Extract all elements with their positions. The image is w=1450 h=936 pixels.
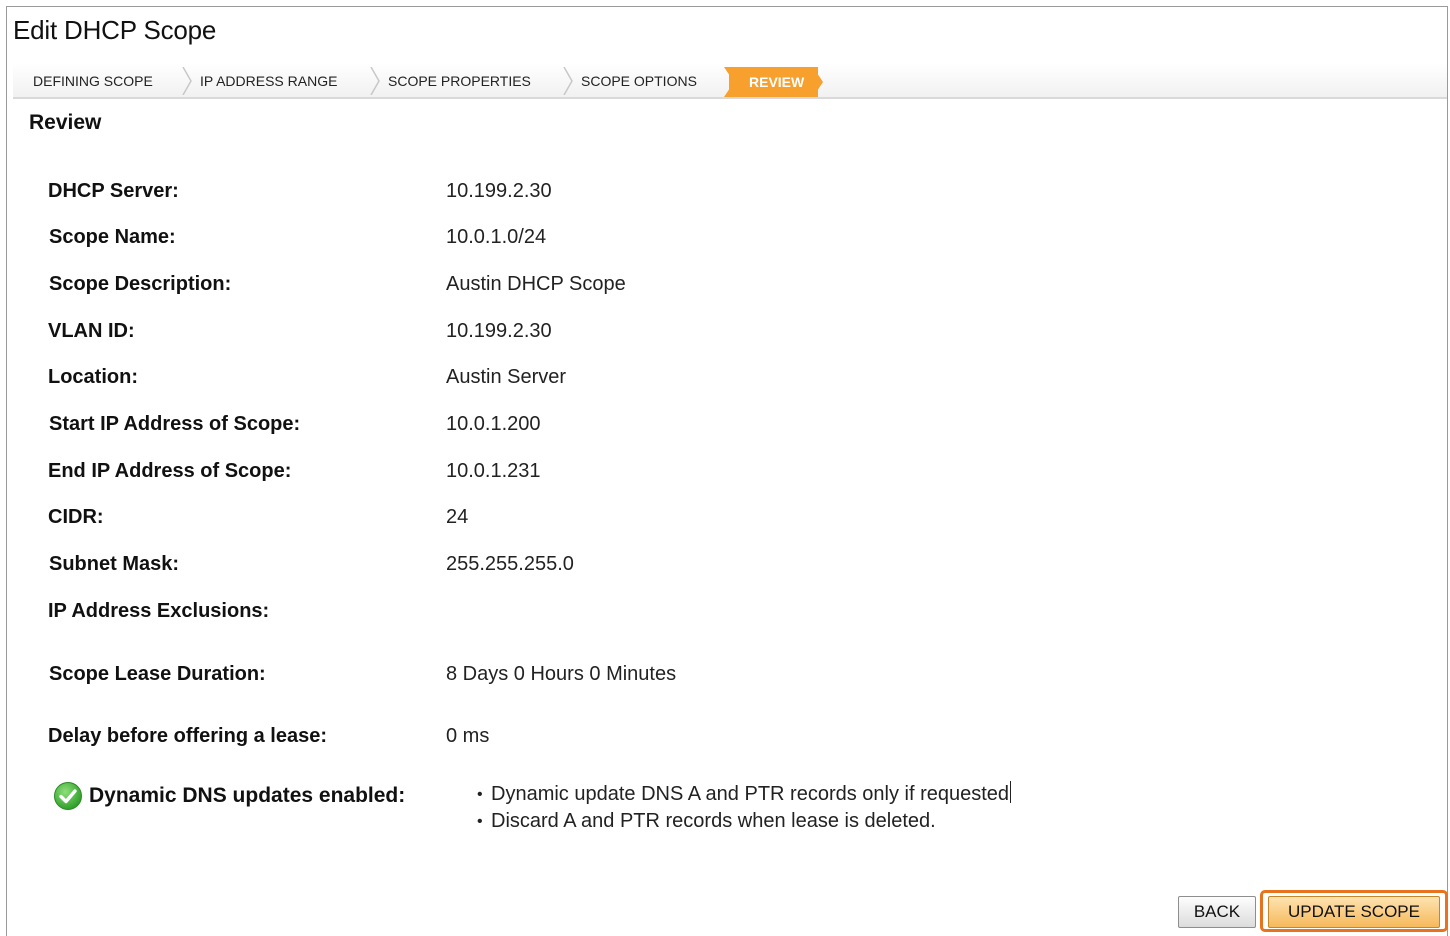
- field-row-dhcp-server: DHCP Server: 10.199.2.30: [48, 180, 1248, 206]
- field-value: 24: [446, 506, 469, 528]
- section-heading: Review: [29, 111, 102, 134]
- field-value: 10.0.1.0/24: [446, 226, 547, 248]
- field-row-start-ip: Start IP Address of Scope: 10.0.1.200: [49, 413, 1249, 439]
- field-value: 10.199.2.30: [446, 320, 552, 342]
- field-value: Austin Server: [446, 366, 567, 388]
- dynamic-dns-label: Dynamic DNS updates enabled:: [89, 784, 406, 807]
- field-value: 8 Days 0 Hours 0 Minutes: [446, 663, 677, 685]
- field-value: 0 ms: [446, 725, 490, 747]
- update-scope-button[interactable]: UPDATE SCOPE: [1268, 896, 1440, 928]
- field-row-lease-duration: Scope Lease Duration: 8 Days 0 Hours 0 M…: [49, 663, 1249, 689]
- step-defining-scope[interactable]: DEFINING SCOPE: [33, 63, 153, 97]
- dialog-frame: Edit DHCP Scope DEFINING SCOPE IP ADDRES…: [6, 6, 1448, 936]
- step-scope-options[interactable]: SCOPE OPTIONS: [581, 63, 697, 97]
- field-label: Start IP Address of Scope:: [49, 413, 301, 435]
- dns-item-text: Dynamic update DNS A and PTR records onl…: [491, 783, 1010, 805]
- field-label: DHCP Server:: [48, 180, 179, 202]
- field-row-subnet-mask: Subnet Mask: 255.255.255.0: [49, 553, 1249, 579]
- field-label: Scope Lease Duration:: [49, 663, 266, 685]
- field-label: IP Address Exclusions:: [48, 600, 270, 622]
- field-label: Delay before offering a lease:: [48, 725, 327, 747]
- field-row-scope-description: Scope Description: Austin DHCP Scope: [49, 273, 1249, 299]
- step-ip-address-range[interactable]: IP ADDRESS RANGE: [200, 63, 337, 97]
- field-row-scope-name: Scope Name: 10.0.1.0/24: [49, 226, 1249, 252]
- step-scope-properties[interactable]: SCOPE PROPERTIES: [388, 63, 531, 97]
- page-title: Edit DHCP Scope: [13, 15, 217, 45]
- field-label: CIDR:: [48, 506, 104, 528]
- field-value: 10.0.1.200: [446, 413, 541, 435]
- field-label: Scope Description:: [49, 273, 232, 295]
- list-item: Dynamic update DNS A and PTR records onl…: [475, 781, 1012, 808]
- field-row-vlan-id: VLAN ID: 10.199.2.30: [48, 320, 1248, 346]
- back-button[interactable]: BACK: [1178, 896, 1256, 928]
- step-separator-icon: [370, 67, 380, 95]
- dynamic-dns-row: Dynamic DNS updates enabled: Dynamic upd…: [53, 781, 1253, 841]
- step-review[interactable]: REVIEW: [729, 67, 819, 97]
- field-row-cidr: CIDR: 24: [48, 506, 1248, 532]
- dns-item-text: Discard A and PTR records when lease is …: [491, 810, 936, 832]
- text-caret: [1010, 781, 1012, 803]
- step-separator-icon: [563, 67, 573, 95]
- field-value: 10.0.1.231: [446, 460, 541, 482]
- step-active-arrow-icon: [813, 67, 823, 97]
- field-row-location: Location: Austin Server: [48, 366, 1248, 392]
- list-item: Discard A and PTR records when lease is …: [475, 808, 1011, 835]
- field-row-lease-delay: Delay before offering a lease: 0 ms: [48, 725, 1248, 751]
- field-value: Austin DHCP Scope: [446, 273, 626, 295]
- field-label: VLAN ID:: [48, 320, 135, 342]
- field-label: Subnet Mask:: [49, 553, 180, 575]
- field-label: Location:: [48, 366, 138, 388]
- field-row-end-ip: End IP Address of Scope: 10.0.1.231: [48, 460, 1248, 486]
- step-separator-icon: [182, 67, 192, 95]
- field-row-ip-exclusions: IP Address Exclusions:: [48, 600, 1248, 626]
- field-value: 255.255.255.0: [446, 553, 574, 575]
- wizard-steps: DEFINING SCOPE IP ADDRESS RANGE SCOPE PR…: [13, 63, 1447, 99]
- check-circle-icon: [54, 782, 82, 810]
- field-label: Scope Name:: [49, 226, 176, 248]
- field-value: 10.199.2.30: [446, 180, 552, 202]
- field-label: End IP Address of Scope:: [48, 460, 292, 482]
- dynamic-dns-list: Dynamic update DNS A and PTR records onl…: [475, 781, 1012, 835]
